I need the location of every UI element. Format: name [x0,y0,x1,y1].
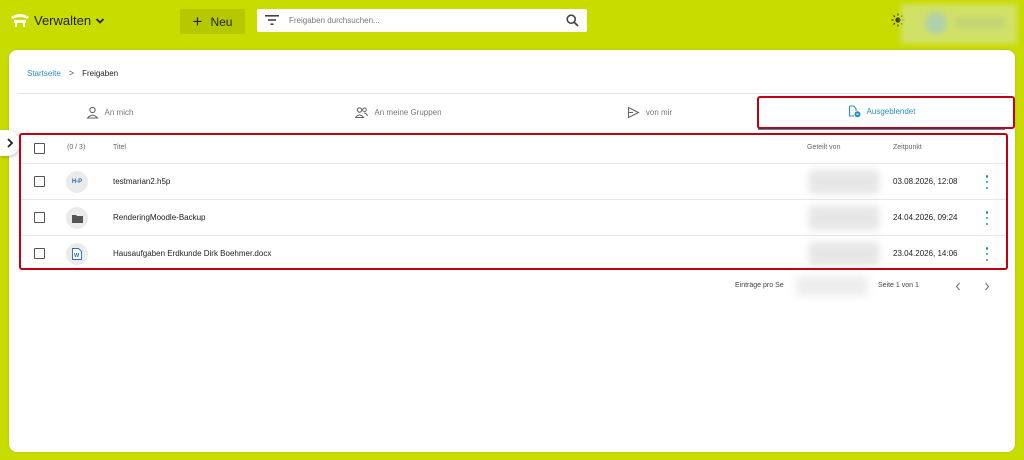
shared-by-redacted [809,206,879,230]
entries-per-page-label: Einträge pro Se [735,282,784,289]
shared-by-redacted [809,242,879,266]
table-row[interactable]: RenderingMoodle-Backup 24.04.2026, 09:24 [21,199,1006,235]
tab-hidden[interactable]: Ausgeblendet [758,94,1005,130]
chevron-down-icon [95,17,105,24]
selection-count: (0 / 3) [67,144,86,151]
svg-text:W: W [74,253,80,259]
logo-icon [11,14,29,27]
new-button[interactable]: + Neu [180,9,245,34]
person-icon [85,106,99,119]
column-header-time[interactable]: Zeitpunkt [893,144,922,151]
group-icon [355,106,369,118]
row-checkbox[interactable] [34,176,45,187]
share-tabs: An mich An meine Gruppen von mir Ausgebl… [17,93,1007,131]
more-options-icon[interactable] [983,211,991,225]
file-time: 23.04.2026, 14:06 [893,249,958,258]
search-input[interactable] [289,12,559,29]
row-checkbox[interactable] [34,248,45,259]
send-icon [627,106,640,118]
more-options-icon[interactable] [983,175,991,189]
user-name-redacted [955,18,1005,28]
hidden-file-icon [848,104,861,117]
filter-icon[interactable] [265,14,279,26]
row-checkbox[interactable] [34,212,45,223]
tab-by-me[interactable]: von mir [511,94,758,130]
avatar [925,12,947,34]
column-header-shared-by[interactable]: Geteilt von [807,144,840,151]
file-time: 03.08.2026, 12:08 [893,177,958,186]
prev-page-button[interactable] [951,279,965,293]
file-title[interactable]: testmarian2.h5p [113,177,170,186]
shared-by-redacted [809,170,879,194]
user-profile[interactable] [901,4,1017,44]
manage-menu[interactable]: Verwalten [34,13,105,28]
tab-to-me[interactable]: An mich [17,94,264,130]
table-row[interactable]: W Hausaufgaben Erdkunde Dirk Boehmer.doc… [21,235,1006,271]
search-bar [257,9,587,32]
tab-hidden-label: Ausgeblendet [866,106,916,116]
breadcrumb-separator-icon: > [68,68,75,78]
sidebar-toggle[interactable] [0,130,20,156]
more-options-icon[interactable] [983,247,991,261]
table-header: (0 / 3) Titel Geteilt von Zeitpunkt [21,135,1006,163]
file-title[interactable]: Hausaufgaben Erdkunde Dirk Boehmer.docx [113,249,271,258]
tab-by-me-label: von mir [645,107,673,117]
next-page-button[interactable] [980,279,994,293]
word-doc-icon: W [66,243,88,265]
tab-to-my-groups[interactable]: An meine Gruppen [264,94,511,130]
new-button-label: Neu [210,14,233,29]
chevron-left-icon [955,282,960,290]
h5p-icon: H-P [66,171,88,193]
page-info: Seite 1 von 1 [878,282,919,289]
plus-icon: + [192,12,203,31]
table-row[interactable]: H-P testmarian2.h5p 03.08.2026, 12:08 [21,163,1006,199]
select-all-checkbox[interactable] [34,143,45,154]
folder-icon [66,207,88,229]
manage-label: Verwalten [34,13,92,28]
entries-per-page-select[interactable] [796,276,868,296]
top-bar: Verwalten + Neu [0,0,1024,44]
chevron-right-icon [985,282,990,290]
tab-to-my-groups-label: An meine Gruppen [374,107,442,117]
file-title[interactable]: RenderingMoodle-Backup [113,213,206,222]
search-icon[interactable] [566,14,579,27]
column-header-title[interactable]: Titel [113,144,126,151]
tab-to-me-label: An mich [104,107,134,117]
breadcrumb: Startseite > Freigaben [27,68,118,78]
breadcrumb-current: Freigaben [82,68,119,78]
main-content-card: Startseite > Freigaben An mich An meine … [0,50,1015,452]
breadcrumb-home-link[interactable]: Startseite [27,69,61,78]
chevron-right-icon [7,138,14,148]
file-time: 24.04.2026, 09:24 [893,213,958,222]
